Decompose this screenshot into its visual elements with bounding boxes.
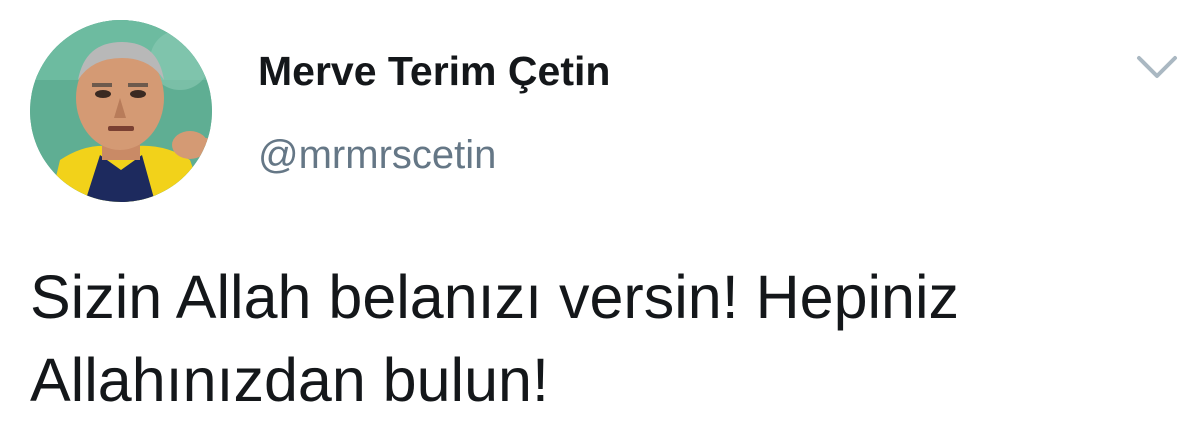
- tweet-text: Sizin Allah belanızı versin! Hepiniz All…: [30, 263, 960, 414]
- display-name[interactable]: Merve Terim Çetin: [258, 48, 610, 95]
- chevron-down-icon[interactable]: [1133, 50, 1181, 84]
- avatar[interactable]: [30, 20, 212, 202]
- profile-photo-image: [30, 20, 212, 202]
- tweet-card: Merve Terim Çetin @mrmrscetin Sizin Alla…: [0, 0, 1200, 427]
- user-handle[interactable]: @mrmrscetin: [258, 133, 496, 178]
